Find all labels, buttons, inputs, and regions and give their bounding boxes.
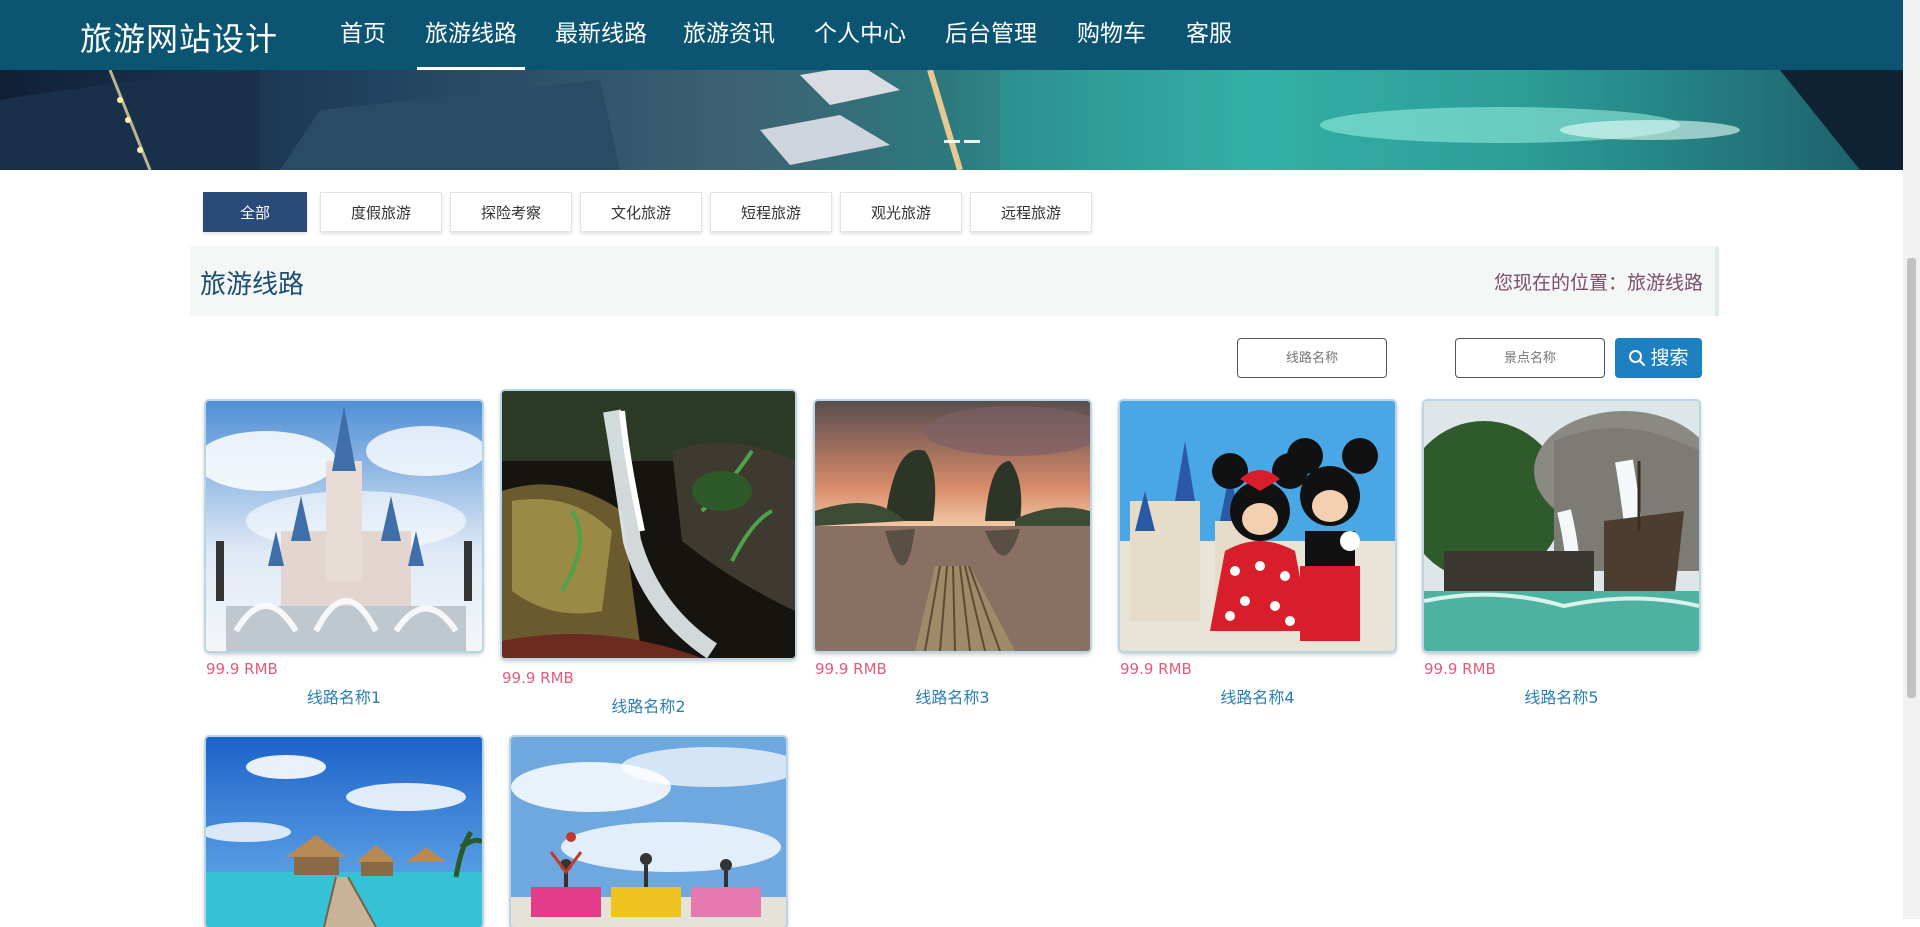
top-navbar: 旅游网站设计 首页 旅游线路 最新线路 旅游资讯 个人中心 后台管理 购物车 客…: [0, 0, 1903, 70]
breadcrumb: 您现在的位置：旅游线路: [1494, 268, 1703, 295]
search-button[interactable]: 搜索: [1615, 338, 1702, 378]
route-image-river[interactable]: [815, 401, 1090, 651]
hero-banner: [0, 70, 1903, 170]
tab-sightseeing[interactable]: 观光旅游: [840, 192, 962, 232]
tab-long-trip[interactable]: 远程旅游: [970, 192, 1092, 232]
route-name[interactable]: 线路名称3: [815, 684, 1090, 708]
tab-vacation[interactable]: 度假旅游: [320, 192, 442, 232]
carousel-dot-2[interactable]: [944, 140, 960, 143]
scrollbar-thumb[interactable]: [1907, 258, 1916, 698]
nav-latest-routes[interactable]: 最新线路: [555, 0, 647, 70]
section-title: 旅游线路: [200, 270, 305, 300]
site-title[interactable]: 旅游网站设计: [80, 14, 278, 60]
route-name[interactable]: 线路名称2: [502, 693, 795, 717]
carousel-dot-3[interactable]: [964, 140, 980, 143]
carousel-dot-1[interactable]: [924, 140, 940, 143]
section-header: 旅游线路 您现在的位置：旅游线路: [190, 246, 1719, 316]
route-price: 99.9 RMB: [502, 669, 574, 687]
nav-user-center[interactable]: 个人中心: [814, 0, 906, 70]
tab-all[interactable]: 全部: [203, 192, 307, 232]
nav-travel-news[interactable]: 旅游资讯: [683, 0, 775, 70]
nav-admin[interactable]: 后台管理: [945, 0, 1037, 70]
banner-image: [0, 70, 1903, 170]
route-price: 99.9 RMB: [1120, 660, 1192, 678]
route-price: 99.9 RMB: [815, 660, 887, 678]
route-image-waterfall[interactable]: [502, 391, 795, 658]
tab-expedition[interactable]: 探险考察: [450, 192, 572, 232]
tab-culture[interactable]: 文化旅游: [580, 192, 702, 232]
route-image-mickey[interactable]: [1120, 401, 1395, 651]
nav-routes[interactable]: 旅游线路: [417, 0, 525, 70]
page-scrollbar[interactable]: [1903, 0, 1920, 919]
search-button-label: 搜索: [1650, 347, 1689, 369]
route-image-pirate-ship[interactable]: [1424, 401, 1699, 651]
route-price: 99.9 RMB: [206, 660, 278, 678]
nav-home[interactable]: 首页: [340, 0, 386, 70]
route-price: 99.9 RMB: [1424, 660, 1496, 678]
tab-short-trip[interactable]: 短程旅游: [710, 192, 832, 232]
search-icon: [1629, 350, 1646, 367]
spot-name-input[interactable]: [1455, 338, 1605, 378]
route-name[interactable]: 线路名称4: [1120, 684, 1395, 708]
route-name[interactable]: 线路名称5: [1424, 684, 1699, 708]
nav-cart[interactable]: 购物车: [1077, 0, 1146, 70]
route-image-castle[interactable]: [206, 401, 482, 651]
breadcrumb-current[interactable]: 旅游线路: [1627, 272, 1703, 294]
route-image-jeeps[interactable]: [511, 737, 786, 927]
route-name-input[interactable]: [1237, 338, 1387, 378]
route-image-bungalows[interactable]: [206, 737, 482, 927]
breadcrumb-prefix: 您现在的位置：: [1493, 272, 1627, 294]
route-name[interactable]: 线路名称1: [206, 684, 482, 708]
nav-support[interactable]: 客服: [1186, 0, 1232, 70]
